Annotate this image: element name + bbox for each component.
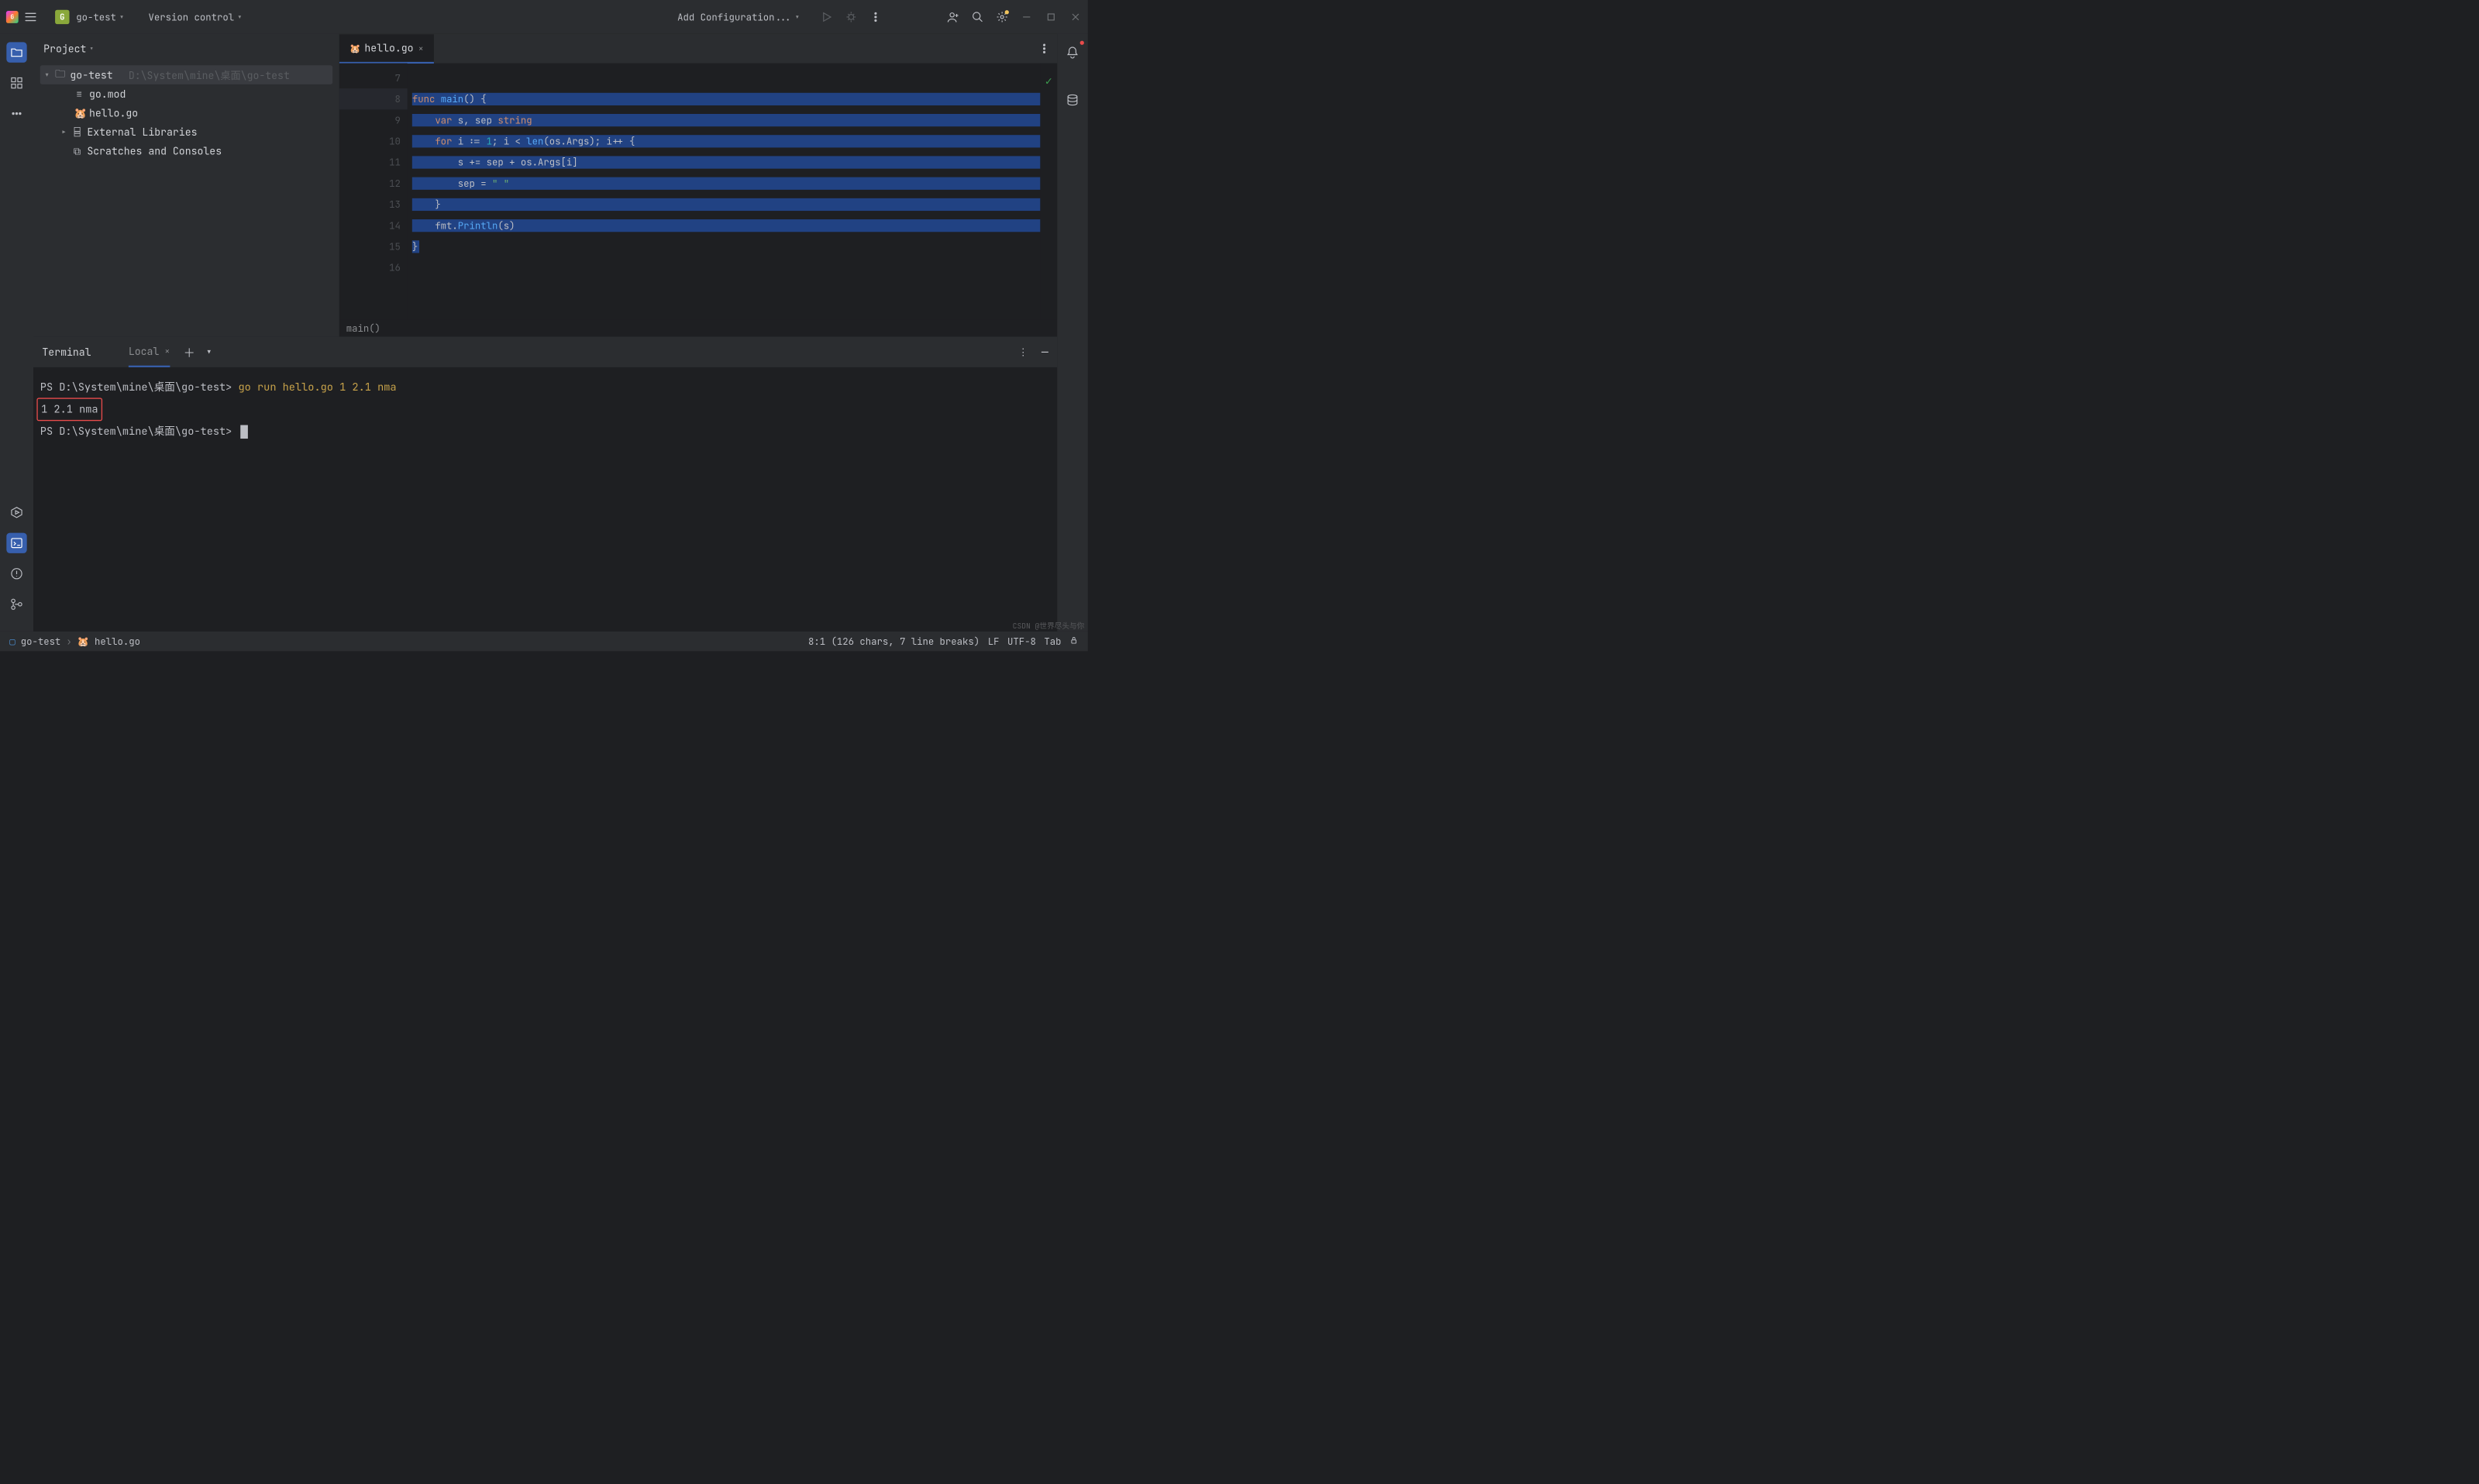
- project-badge: G: [55, 10, 69, 24]
- more-actions-button[interactable]: [869, 11, 882, 23]
- collaborate-icon[interactable]: [947, 11, 959, 23]
- project-tool-button[interactable]: [6, 42, 26, 62]
- close-terminal-tab-button[interactable]: ×: [164, 345, 170, 356]
- tree-file[interactable]: 🐹 hello.go: [40, 103, 332, 122]
- left-toolbar: [0, 34, 33, 632]
- folder-icon: 🗀: [55, 66, 65, 83]
- maximize-button[interactable]: [1045, 11, 1057, 23]
- terminal-title: Terminal: [42, 345, 91, 359]
- file-icon: ≡: [74, 87, 84, 101]
- watermark: CSDN @世界尽头与你: [1013, 620, 1085, 631]
- structure-tool-button[interactable]: [6, 73, 26, 93]
- settings-icon[interactable]: [996, 11, 1008, 23]
- go-file-icon: 🐹: [74, 106, 84, 120]
- editor-tabs: 🐹 hello.go ×: [339, 34, 1057, 64]
- tree-root[interactable]: ▾ 🗀 go-test D:\System\mine\桌面\go-test: [40, 65, 332, 84]
- tree-file-label: hello.go: [89, 106, 138, 120]
- scratches-icon: ⧉: [72, 144, 82, 158]
- tree-root-path: D:\System\mine\桌面\go-test: [129, 67, 290, 82]
- tree-external-libs[interactable]: ▸ ⌸ External Libraries: [40, 122, 332, 142]
- new-terminal-button[interactable]: ＋: [184, 346, 195, 358]
- go-file-icon: 🐹: [349, 42, 360, 53]
- services-tool-button[interactable]: [6, 502, 26, 522]
- editor-tab-name: hello.go: [364, 41, 413, 55]
- code-area[interactable]: func main() { var s, sep string for i :=…: [408, 64, 1041, 320]
- terminal-tool-button[interactable]: [6, 533, 26, 553]
- terminal-header: Terminal Local × ＋ ▾ ⋮ —: [33, 336, 1057, 367]
- close-tab-button[interactable]: ×: [418, 42, 424, 53]
- vcs-menu[interactable]: Version control: [149, 11, 243, 23]
- editor-panel: 🐹 hello.go × 78910111213141516 func main…: [339, 34, 1057, 337]
- run-config-dropdown[interactable]: Add Configuration...: [677, 11, 800, 23]
- editor-gutter: 78910111213141516: [339, 64, 408, 320]
- statusbar: ▢ go-test › 🐹 hello.go 8:1 (126 chars, 7…: [0, 632, 1088, 651]
- go-file-icon: 🐹: [77, 635, 89, 647]
- titlebar: G G go-test Version control Add Configur…: [0, 0, 1088, 34]
- inspection-ok-icon[interactable]: ✓: [1045, 74, 1052, 89]
- vcs-tool-button[interactable]: [6, 594, 26, 615]
- debug-button[interactable]: [845, 11, 857, 23]
- indent-setting[interactable]: Tab: [1044, 635, 1061, 647]
- more-tool-button[interactable]: [6, 103, 26, 123]
- editor-inspection-strip: ✓: [1040, 64, 1057, 320]
- project-panel: Project ▾ ▾ 🗀 go-test D:\System\mine\桌面\…: [33, 34, 339, 337]
- terminal-panel: Terminal Local × ＋ ▾ ⋮ — PS D:\System\mi…: [33, 336, 1057, 631]
- module-icon: ▢: [9, 635, 15, 647]
- tree-root-label: go-test: [70, 68, 112, 82]
- file-encoding[interactable]: UTF-8: [1007, 635, 1036, 647]
- terminal-tab[interactable]: Local ×: [129, 336, 170, 367]
- database-tool-button[interactable]: [1062, 90, 1083, 110]
- run-button[interactable]: [821, 11, 833, 23]
- editor-breadcrumb[interactable]: main(): [339, 319, 1057, 336]
- notifications-button[interactable]: [1062, 42, 1083, 62]
- breadcrumb-file[interactable]: hello.go: [95, 635, 140, 647]
- terminal-dropdown-button[interactable]: ▾: [203, 346, 215, 358]
- terminal-options-button[interactable]: ⋮: [1018, 346, 1028, 358]
- cursor-position[interactable]: 8:1 (126 chars, 7 line breaks): [808, 635, 980, 647]
- minimize-button[interactable]: [1021, 11, 1033, 23]
- project-name-dropdown[interactable]: go-test: [76, 11, 124, 23]
- hide-terminal-button[interactable]: —: [1042, 344, 1048, 360]
- tree-scratches[interactable]: ⧉ Scratches and Consoles: [40, 142, 332, 161]
- right-toolbar: [1057, 34, 1087, 632]
- main-menu-button[interactable]: [25, 12, 36, 22]
- project-panel-title[interactable]: Project ▾: [33, 34, 339, 64]
- search-icon[interactable]: [972, 11, 984, 23]
- tree-scratches-label: Scratches and Consoles: [87, 144, 222, 158]
- tree-external-label: External Libraries: [87, 125, 197, 139]
- editor-tab[interactable]: 🐹 hello.go ×: [339, 34, 434, 64]
- terminal-body[interactable]: PS D:\System\mine\桌面\go-test> go run hel…: [33, 367, 1057, 632]
- code-editor[interactable]: 78910111213141516 func main() { var s, s…: [339, 64, 1057, 320]
- readonly-toggle[interactable]: [1069, 635, 1078, 647]
- tree-file-label: go.mod: [89, 87, 126, 101]
- editor-more-button[interactable]: [1038, 43, 1051, 55]
- tree-file[interactable]: ≡ go.mod: [40, 84, 332, 104]
- ide-logo-icon: G: [6, 11, 19, 23]
- project-tree[interactable]: ▾ 🗀 go-test D:\System\mine\桌面\go-test ≡ …: [33, 64, 339, 337]
- terminal-tab-name: Local: [129, 344, 159, 358]
- problems-tool-button[interactable]: [6, 563, 26, 584]
- close-button[interactable]: [1069, 11, 1082, 23]
- library-icon: ⌸: [72, 125, 82, 139]
- line-separator[interactable]: LF: [988, 635, 1000, 647]
- breadcrumb-root[interactable]: go-test: [21, 635, 61, 647]
- project-panel-title-text: Project: [43, 42, 86, 56]
